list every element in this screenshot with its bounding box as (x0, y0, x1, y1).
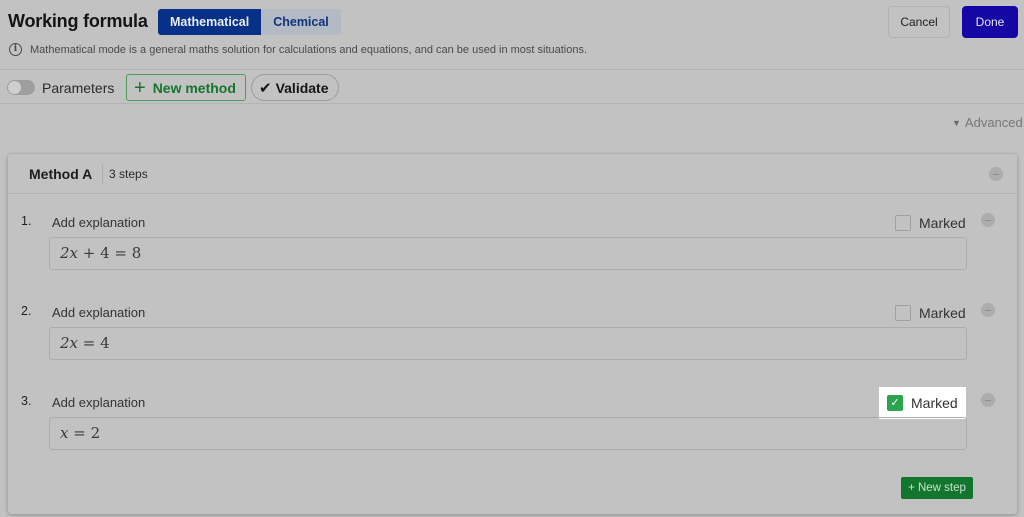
marked-checkbox-checked[interactable]: ✓ Marked (879, 387, 966, 419)
chevron-down-icon: ▼ (952, 117, 961, 128)
checkmark-icon: ✔ (259, 79, 272, 97)
formula-input[interactable]: x = 2 (49, 417, 967, 450)
cancel-button[interactable]: Cancel (888, 6, 950, 38)
header: Working formula Mathematical Chemical i … (0, 0, 1024, 70)
done-button[interactable]: Done (962, 6, 1018, 38)
toolbar: Parameters + New method ✔ Validate (0, 71, 1024, 104)
info-circle-icon: i (9, 43, 22, 56)
step-item: 3. Add explanation ✓ Marked x = 2 (8, 387, 1017, 484)
marked-label: Marked (919, 215, 966, 231)
marked-label: Marked (919, 305, 966, 321)
divider (102, 164, 103, 184)
marked-checkbox[interactable]: Marked (895, 305, 966, 321)
mode-toggle: Mathematical Chemical (158, 9, 341, 35)
method-name: Method A (29, 166, 93, 182)
marked-checkbox[interactable]: Marked (895, 215, 966, 231)
step-explanation[interactable]: Add explanation (52, 395, 145, 410)
info-text: Mathematical mode is a general maths sol… (30, 43, 588, 56)
new-method-button[interactable]: + New method (126, 74, 246, 101)
info-message: i Mathematical mode is a general maths s… (9, 43, 587, 56)
checkbox-icon (895, 305, 911, 321)
marked-label: Marked (911, 395, 958, 411)
step-item: 1. Add explanation Marked 2x + 4 = 8 (8, 213, 1017, 304)
remove-method-icon[interactable] (989, 167, 1003, 181)
remove-step-icon[interactable] (981, 393, 995, 407)
tab-chemical[interactable]: Chemical (261, 9, 341, 35)
step-number: 3. (21, 394, 32, 408)
page-title: Working formula (8, 11, 148, 31)
parameters-label: Parameters (42, 80, 115, 96)
formula-input[interactable]: 2x + 4 = 8 (49, 237, 967, 270)
validate-button[interactable]: ✔ Validate (251, 74, 339, 101)
remove-step-icon[interactable] (981, 213, 995, 227)
advanced-toggle[interactable]: ▼ Advanced (952, 115, 1023, 130)
step-number: 1. (21, 214, 32, 228)
new-step-button[interactable]: + New step (901, 477, 973, 499)
validate-label: Validate (275, 79, 329, 96)
step-item: 2. Add explanation Marked 2x = 4 (8, 303, 1017, 394)
steps-count: 3 steps (109, 167, 148, 181)
remove-step-icon[interactable] (981, 303, 995, 317)
tab-mathematical[interactable]: Mathematical (158, 9, 262, 35)
advanced-label: Advanced (964, 115, 1023, 130)
step-explanation[interactable]: Add explanation (52, 305, 145, 320)
checkbox-icon (895, 215, 911, 231)
formula-input[interactable]: 2x = 4 (49, 327, 967, 360)
new-method-label: New method (152, 79, 236, 96)
parameters-toggle[interactable] (7, 80, 35, 95)
step-explanation[interactable]: Add explanation (52, 215, 145, 230)
plus-icon: + (134, 76, 146, 99)
step-number: 2. (21, 304, 32, 318)
checkbox-checked-icon: ✓ (887, 395, 903, 411)
method-card: Method A 3 steps 1. Add explanation Mark… (8, 154, 1017, 514)
method-header: Method A 3 steps (8, 154, 1017, 194)
